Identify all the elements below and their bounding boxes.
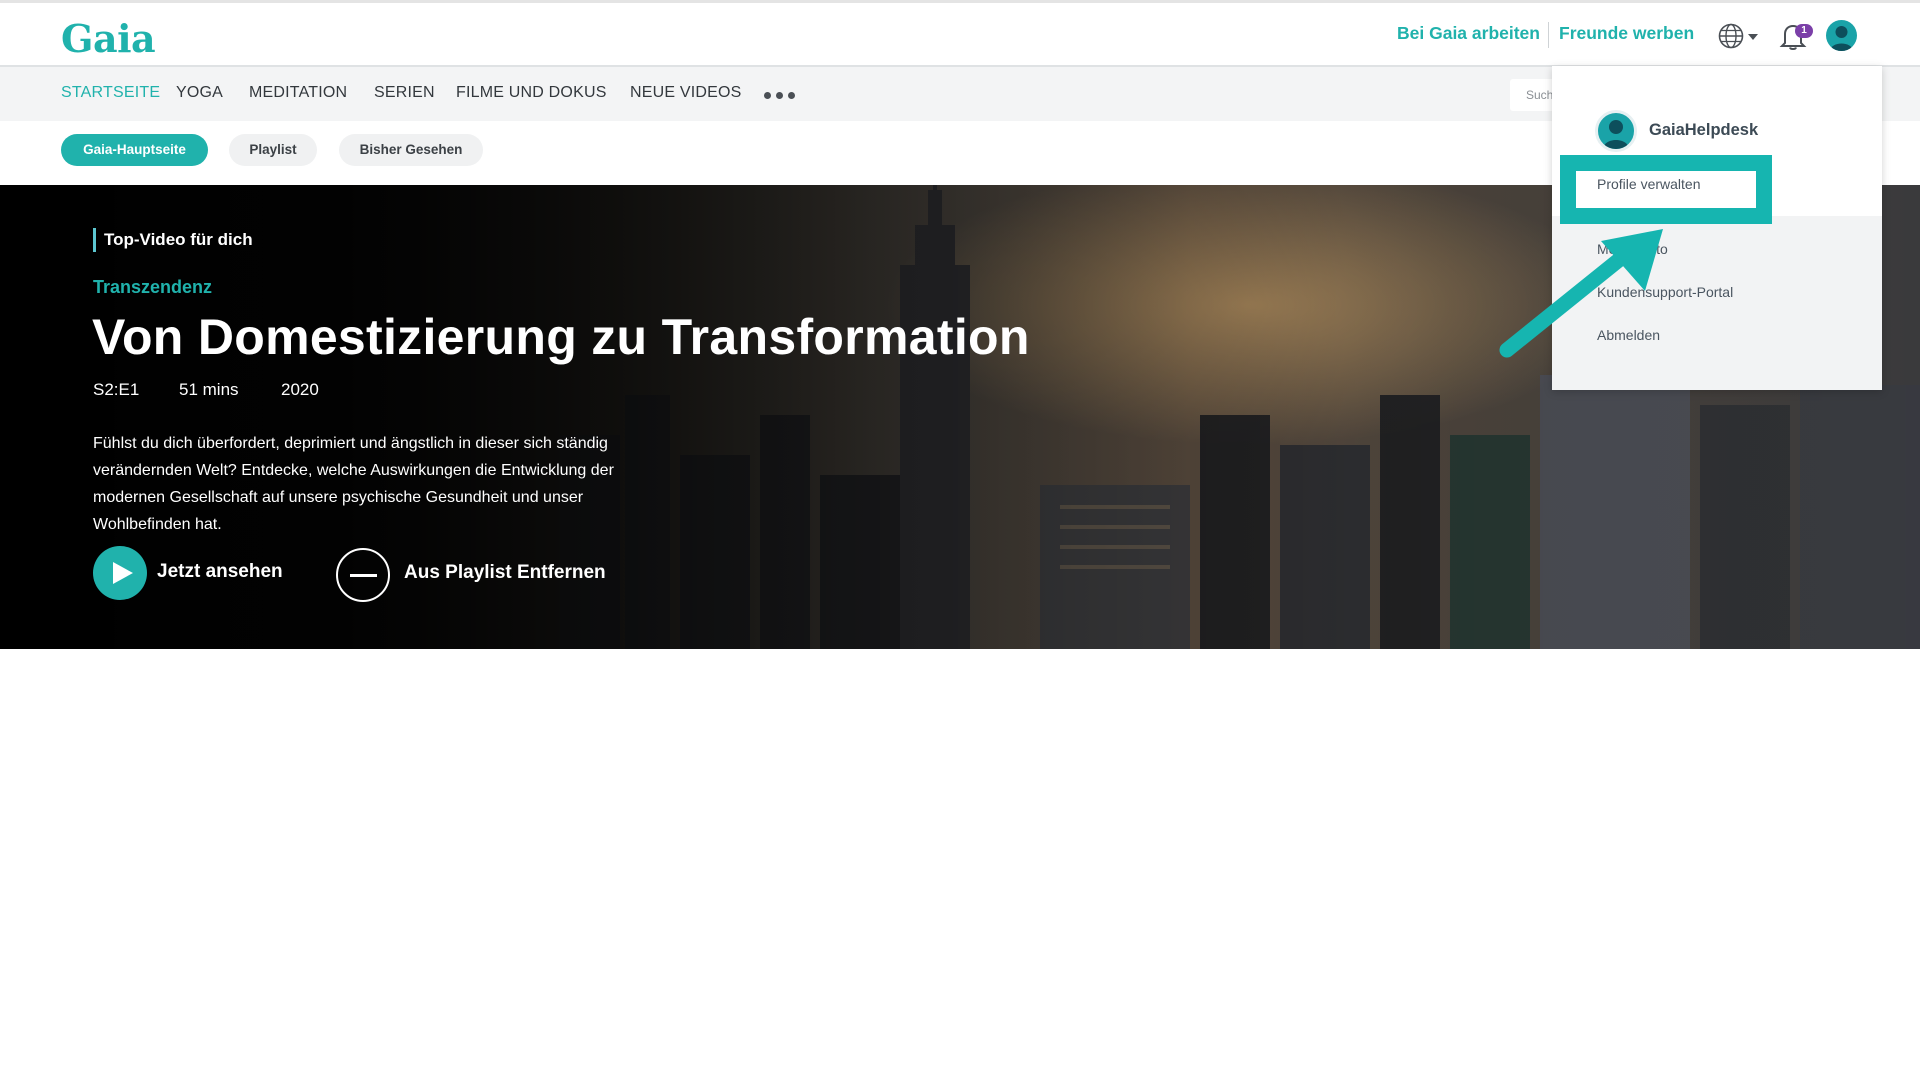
- nav-item-meditation[interactable]: MEDITATION: [249, 84, 347, 102]
- chevron-down-icon[interactable]: [1748, 34, 1758, 40]
- highlight-box: [1560, 155, 1772, 224]
- hero-series-link[interactable]: Transzendenz: [93, 277, 212, 298]
- refer-friends-link[interactable]: Freunde werben: [1559, 23, 1694, 44]
- hero-year: 2020: [281, 380, 319, 399]
- globe-icon[interactable]: [1718, 23, 1744, 49]
- search-placeholder: Such: [1526, 88, 1554, 102]
- play-button[interactable]: [93, 546, 147, 600]
- profile-avatar-button[interactable]: [1826, 20, 1857, 51]
- nav-item-serien[interactable]: SERIEN: [374, 84, 435, 102]
- tag-accent-bar: [93, 228, 96, 252]
- watch-now-button[interactable]: Jetzt ansehen: [157, 561, 283, 583]
- user-icon: [1603, 120, 1629, 149]
- chip-gaia-hauptseite[interactable]: Gaia-Hauptseite: [61, 134, 208, 166]
- more-options-icon[interactable]: [764, 92, 795, 99]
- chip-bisher-gesehen[interactable]: Bisher Gesehen: [339, 134, 483, 166]
- hero-title: Von Domestizierung zu Transformation: [92, 309, 1030, 365]
- pointer-arrow-icon: [1499, 229, 1663, 358]
- hero-tag: Top-Video für dich: [104, 230, 253, 249]
- hero-duration: 51 mins: [179, 380, 239, 399]
- nav-item-neue-videos[interactable]: NEUE VIDEOS: [630, 84, 742, 102]
- notification-badge: 1: [1795, 24, 1813, 38]
- work-at-gaia-link[interactable]: Bei Gaia arbeiten: [1397, 23, 1540, 44]
- remove-from-playlist-button[interactable]: Aus Playlist Entfernen: [404, 562, 606, 584]
- user-icon: [1830, 26, 1853, 51]
- nav-item-yoga[interactable]: YOGA: [176, 84, 223, 102]
- profile-username: GaiaHelpdesk: [1649, 121, 1759, 139]
- nav-item-startseite[interactable]: STARTSEITE: [61, 84, 160, 102]
- page: Gaia Bei Gaia arbeiten Freunde werben 1 …: [0, 0, 1920, 1080]
- hero-description: Fühlst du dich überfordert, deprimiert u…: [93, 435, 614, 533]
- hero-episode: S2:E1: [93, 380, 140, 399]
- chip-playlist[interactable]: Playlist: [229, 134, 317, 166]
- nav-item-filme-und-dokus[interactable]: FILME UND DOKUS: [456, 84, 607, 102]
- gaia-logo[interactable]: Gaia: [61, 16, 156, 61]
- play-icon: [113, 562, 133, 584]
- search-input[interactable]: Such: [1510, 79, 1555, 111]
- header-divider: [1548, 22, 1549, 48]
- top-header: Gaia Bei Gaia arbeiten Freunde werben 1: [0, 0, 1920, 67]
- profile-avatar: [1595, 110, 1637, 152]
- remove-from-playlist-icon[interactable]: [336, 548, 390, 602]
